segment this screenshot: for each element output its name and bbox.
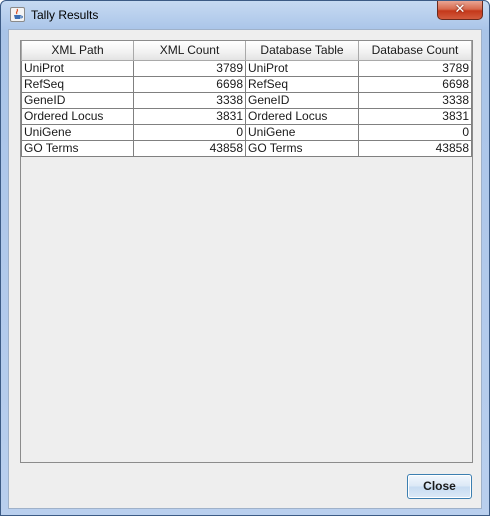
table-header-row: XML Path XML Count Database Table Databa… <box>21 41 472 61</box>
window-title: Tally Results <box>31 8 99 22</box>
cell-database-table[interactable]: GeneID <box>245 91 359 109</box>
cell-xml-path[interactable]: Ordered Locus <box>21 107 134 125</box>
cell-database-table[interactable]: GO Terms <box>245 139 359 157</box>
cell-database-count[interactable]: 0 <box>358 123 472 141</box>
column-header-xml-path[interactable]: XML Path <box>21 41 134 61</box>
close-icon: ✕ <box>454 2 466 17</box>
dialog-content: XML Path XML Count Database Table Databa… <box>8 29 482 509</box>
cell-xml-path[interactable]: GO Terms <box>21 139 134 157</box>
cell-database-count[interactable]: 6698 <box>358 75 472 93</box>
title-bar[interactable]: Tally Results ✕ <box>1 1 489 29</box>
table-row[interactable]: Ordered Locus 3831 Ordered Locus 3831 <box>21 107 472 125</box>
close-button[interactable]: Close <box>407 474 472 499</box>
column-header-database-table[interactable]: Database Table <box>245 41 359 61</box>
cell-xml-count[interactable]: 6698 <box>133 75 246 93</box>
cell-xml-path[interactable]: UniGene <box>21 123 134 141</box>
table-row[interactable]: GeneID 3338 GeneID 3338 <box>21 91 472 109</box>
table-row[interactable]: UniProt 3789 UniProt 3789 <box>21 59 472 77</box>
cell-xml-count[interactable]: 3338 <box>133 91 246 109</box>
cell-database-count[interactable]: 3789 <box>358 59 472 77</box>
cell-database-count[interactable]: 3338 <box>358 91 472 109</box>
table-row[interactable]: RefSeq 6698 RefSeq 6698 <box>21 75 472 93</box>
cell-database-count[interactable]: 3831 <box>358 107 472 125</box>
window-close-button[interactable]: ✕ <box>437 1 483 20</box>
cell-database-table[interactable]: Ordered Locus <box>245 107 359 125</box>
cell-xml-count[interactable]: 43858 <box>133 139 246 157</box>
cell-database-table[interactable]: UniGene <box>245 123 359 141</box>
cell-xml-path[interactable]: UniProt <box>21 59 134 77</box>
cell-database-table[interactable]: RefSeq <box>245 75 359 93</box>
column-header-xml-count[interactable]: XML Count <box>133 41 246 61</box>
tally-results-window: Tally Results ✕ XML Path XML Count Datab… <box>0 0 490 516</box>
results-scroll-pane: XML Path XML Count Database Table Databa… <box>20 40 473 463</box>
cell-database-table[interactable]: UniProt <box>245 59 359 77</box>
table-row[interactable]: GO Terms 43858 GO Terms 43858 <box>21 139 472 157</box>
cell-xml-path[interactable]: GeneID <box>21 91 134 109</box>
column-header-database-count[interactable]: Database Count <box>358 41 472 61</box>
cell-xml-path[interactable]: RefSeq <box>21 75 134 93</box>
cell-database-count[interactable]: 43858 <box>358 139 472 157</box>
cell-xml-count[interactable]: 3831 <box>133 107 246 125</box>
cell-xml-count[interactable]: 0 <box>133 123 246 141</box>
java-cup-icon <box>10 7 25 22</box>
results-table: XML Path XML Count Database Table Databa… <box>21 41 472 157</box>
table-row[interactable]: UniGene 0 UniGene 0 <box>21 123 472 141</box>
cell-xml-count[interactable]: 3789 <box>133 59 246 77</box>
